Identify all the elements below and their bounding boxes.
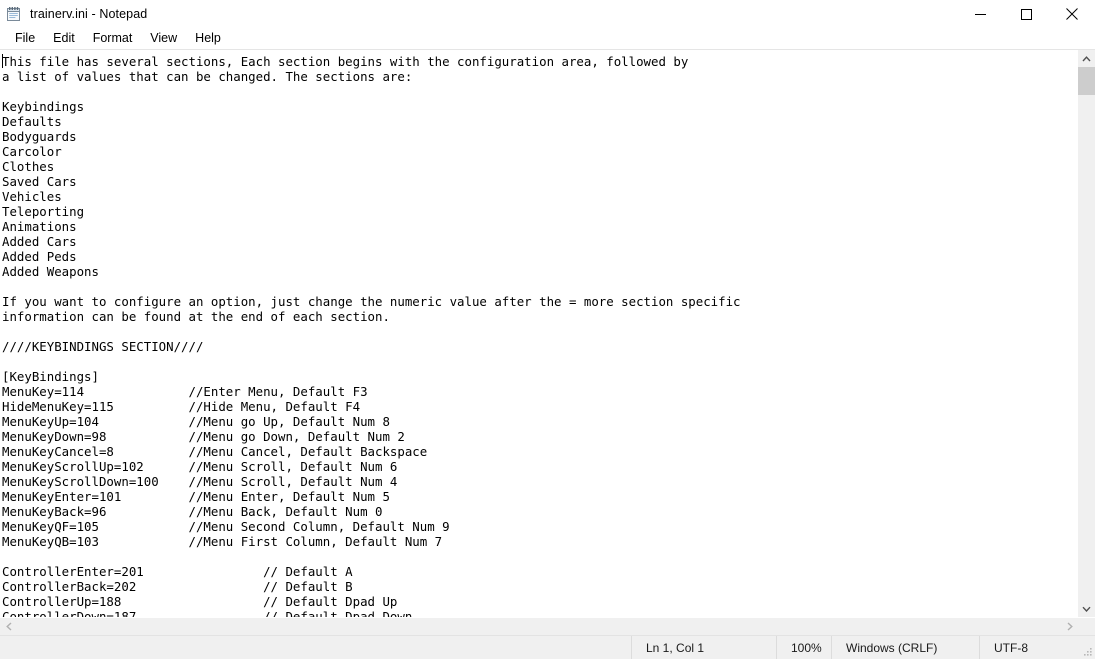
maximize-button[interactable] xyxy=(1003,0,1049,28)
status-spacer xyxy=(0,636,631,659)
vertical-scrollbar[interactable] xyxy=(1077,50,1095,617)
title-bar: trainerv.ini - Notepad xyxy=(0,0,1095,28)
vertical-scroll-thumb[interactable] xyxy=(1078,67,1095,95)
scroll-down-button[interactable] xyxy=(1078,600,1095,617)
vertical-scroll-track[interactable] xyxy=(1078,67,1095,600)
close-icon xyxy=(1066,8,1078,20)
notepad-window: trainerv.ini - Notepad File Edit Format … xyxy=(0,0,1095,659)
scrollbar-corner xyxy=(1078,618,1095,635)
menu-item-file[interactable]: File xyxy=(6,29,44,49)
notepad-icon xyxy=(6,6,22,22)
editor-row: This file has several sections, Each sec… xyxy=(0,50,1095,617)
text-caret xyxy=(2,54,3,68)
menu-item-help[interactable]: Help xyxy=(186,29,230,49)
window-controls xyxy=(957,0,1095,28)
scroll-left-button[interactable] xyxy=(0,618,17,635)
editor-text[interactable]: This file has several sections, Each sec… xyxy=(0,50,1077,617)
minimize-icon xyxy=(974,13,986,15)
scroll-up-button[interactable] xyxy=(1078,50,1095,67)
status-zoom-level[interactable]: 100% xyxy=(776,636,831,659)
close-button[interactable] xyxy=(1049,0,1095,28)
menu-item-edit[interactable]: Edit xyxy=(44,29,84,49)
chevron-left-icon xyxy=(5,622,11,631)
chevron-down-icon xyxy=(1082,606,1091,612)
window-title: trainerv.ini - Notepad xyxy=(30,7,148,21)
minimize-button[interactable] xyxy=(957,0,1003,28)
resize-grip[interactable] xyxy=(1079,636,1095,659)
menu-item-format[interactable]: Format xyxy=(84,29,142,49)
scroll-right-button[interactable] xyxy=(1061,618,1078,635)
menu-item-view[interactable]: View xyxy=(141,29,186,49)
editor-region: This file has several sections, Each sec… xyxy=(0,49,1095,635)
maximize-icon xyxy=(1020,8,1032,20)
status-cursor-position[interactable]: Ln 1, Col 1 xyxy=(631,636,776,659)
chevron-right-icon xyxy=(1067,622,1073,631)
status-encoding[interactable]: UTF-8 xyxy=(979,636,1079,659)
status-bar: Ln 1, Col 1 100% Windows (CRLF) UTF-8 xyxy=(0,635,1095,659)
text-editor[interactable]: This file has several sections, Each sec… xyxy=(0,50,1077,617)
menu-bar: File Edit Format View Help xyxy=(0,28,1095,49)
resize-grip-icon xyxy=(1084,648,1092,656)
horizontal-scrollbar[interactable] xyxy=(0,617,1095,635)
chevron-up-icon xyxy=(1082,55,1091,61)
horizontal-scroll-track[interactable] xyxy=(17,618,1061,635)
status-line-ending[interactable]: Windows (CRLF) xyxy=(831,636,979,659)
